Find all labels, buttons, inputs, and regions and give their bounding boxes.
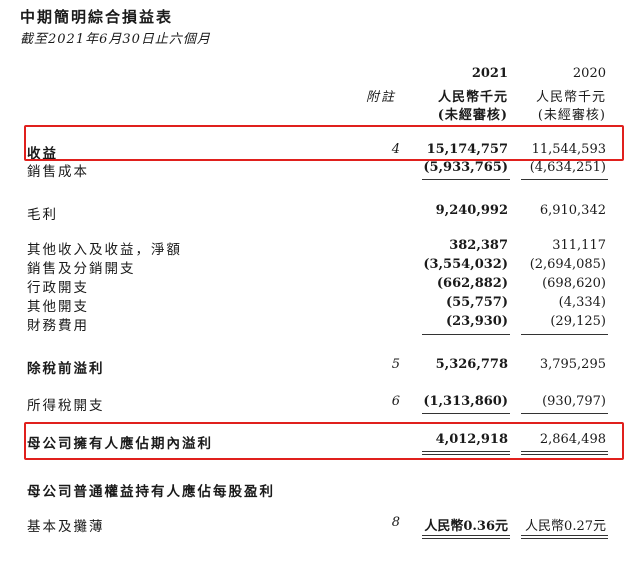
row-2020-other-income: 311,117 — [552, 238, 606, 253]
row-2021-gross-profit: 9,240,992 — [435, 203, 508, 218]
eps-note: 8 — [391, 515, 400, 530]
row-label-profit-before-tax: 除稅前溢利 — [27, 361, 105, 377]
row-2021-other-expenses: (55,757) — [445, 295, 508, 310]
profit-highlight-box — [24, 422, 624, 460]
eps-2021: 人民幣0.36元 — [424, 519, 508, 534]
row-2020-gross-profit: 6,910,342 — [539, 203, 606, 218]
subtotal-rule-2020 — [521, 413, 608, 414]
row-2021-selling-expenses: (3,554,032) — [423, 257, 508, 272]
subtotal-rule-2021 — [422, 179, 510, 180]
col-2020-status: (未經審核) — [537, 108, 606, 123]
row-2021-cost-of-sales: (5,933,765) — [423, 160, 508, 175]
revenue-highlight-box — [24, 125, 624, 161]
subtotal-rule-2021 — [422, 334, 510, 335]
col-2021-status: (未經審核) — [437, 108, 508, 123]
row-2021-other-income: 382,387 — [449, 238, 508, 253]
eps-2020: 人民幣0.27元 — [525, 519, 606, 534]
row-label-gross-profit: 毛利 — [27, 207, 58, 223]
row-2020-selling-expenses: (2,694,085) — [529, 257, 606, 272]
col-2020-unit: 人民幣千元 — [535, 90, 606, 105]
row-2020-cost-of-sales: (4,634,251) — [529, 160, 606, 175]
row-note-income-tax: 6 — [391, 394, 400, 409]
col-2021-year: 2021 — [471, 66, 508, 81]
subtotal-rule-2020 — [521, 179, 608, 180]
row-2021-profit-before-tax: 5,326,778 — [435, 357, 508, 372]
eps-double-rule-2020 — [521, 538, 608, 539]
statement-title: 中期簡明綜合損益表 — [20, 8, 174, 26]
row-label-income-tax: 所得稅開支 — [27, 398, 105, 414]
col-2021-unit: 人民幣千元 — [437, 90, 508, 105]
row-2020-profit-before-tax: 3,795,295 — [539, 357, 606, 372]
col-2020-year: 2020 — [572, 66, 606, 81]
eps-double-rule-2021 — [422, 535, 510, 536]
statement-period: 截至2021年6月30日止六個月 — [20, 32, 211, 47]
row-note-profit-before-tax: 5 — [391, 357, 400, 372]
eps-double-rule-2021 — [422, 538, 510, 539]
row-label-selling-expenses: 銷售及分銷開支 — [27, 261, 136, 277]
eps-label: 基本及攤薄 — [27, 519, 105, 535]
row-label-cost-of-sales: 銷售成本 — [27, 164, 89, 180]
eps-heading: 母公司普通權益持有人應佔每股盈利 — [27, 484, 275, 500]
row-2020-finance-costs: (29,125) — [550, 314, 606, 329]
subtotal-rule-2021 — [422, 413, 510, 414]
subtotal-rule-2020 — [521, 334, 608, 335]
row-label-finance-costs: 財務費用 — [27, 318, 89, 334]
note-column-header: 附註 — [366, 90, 397, 105]
row-label-other-expenses: 其他開支 — [27, 299, 89, 315]
row-2021-income-tax: (1,313,860) — [423, 394, 508, 409]
row-label-other-income: 其他收入及收益，淨額 — [27, 242, 182, 258]
row-2020-other-expenses: (4,334) — [558, 295, 606, 310]
row-label-admin-expenses: 行政開支 — [27, 280, 89, 296]
row-2021-admin-expenses: (662,882) — [436, 276, 508, 291]
row-2020-admin-expenses: (698,620) — [542, 276, 606, 291]
row-2020-income-tax: (930,797) — [542, 394, 606, 409]
row-2021-finance-costs: (23,930) — [445, 314, 508, 329]
eps-double-rule-2020 — [521, 535, 608, 536]
